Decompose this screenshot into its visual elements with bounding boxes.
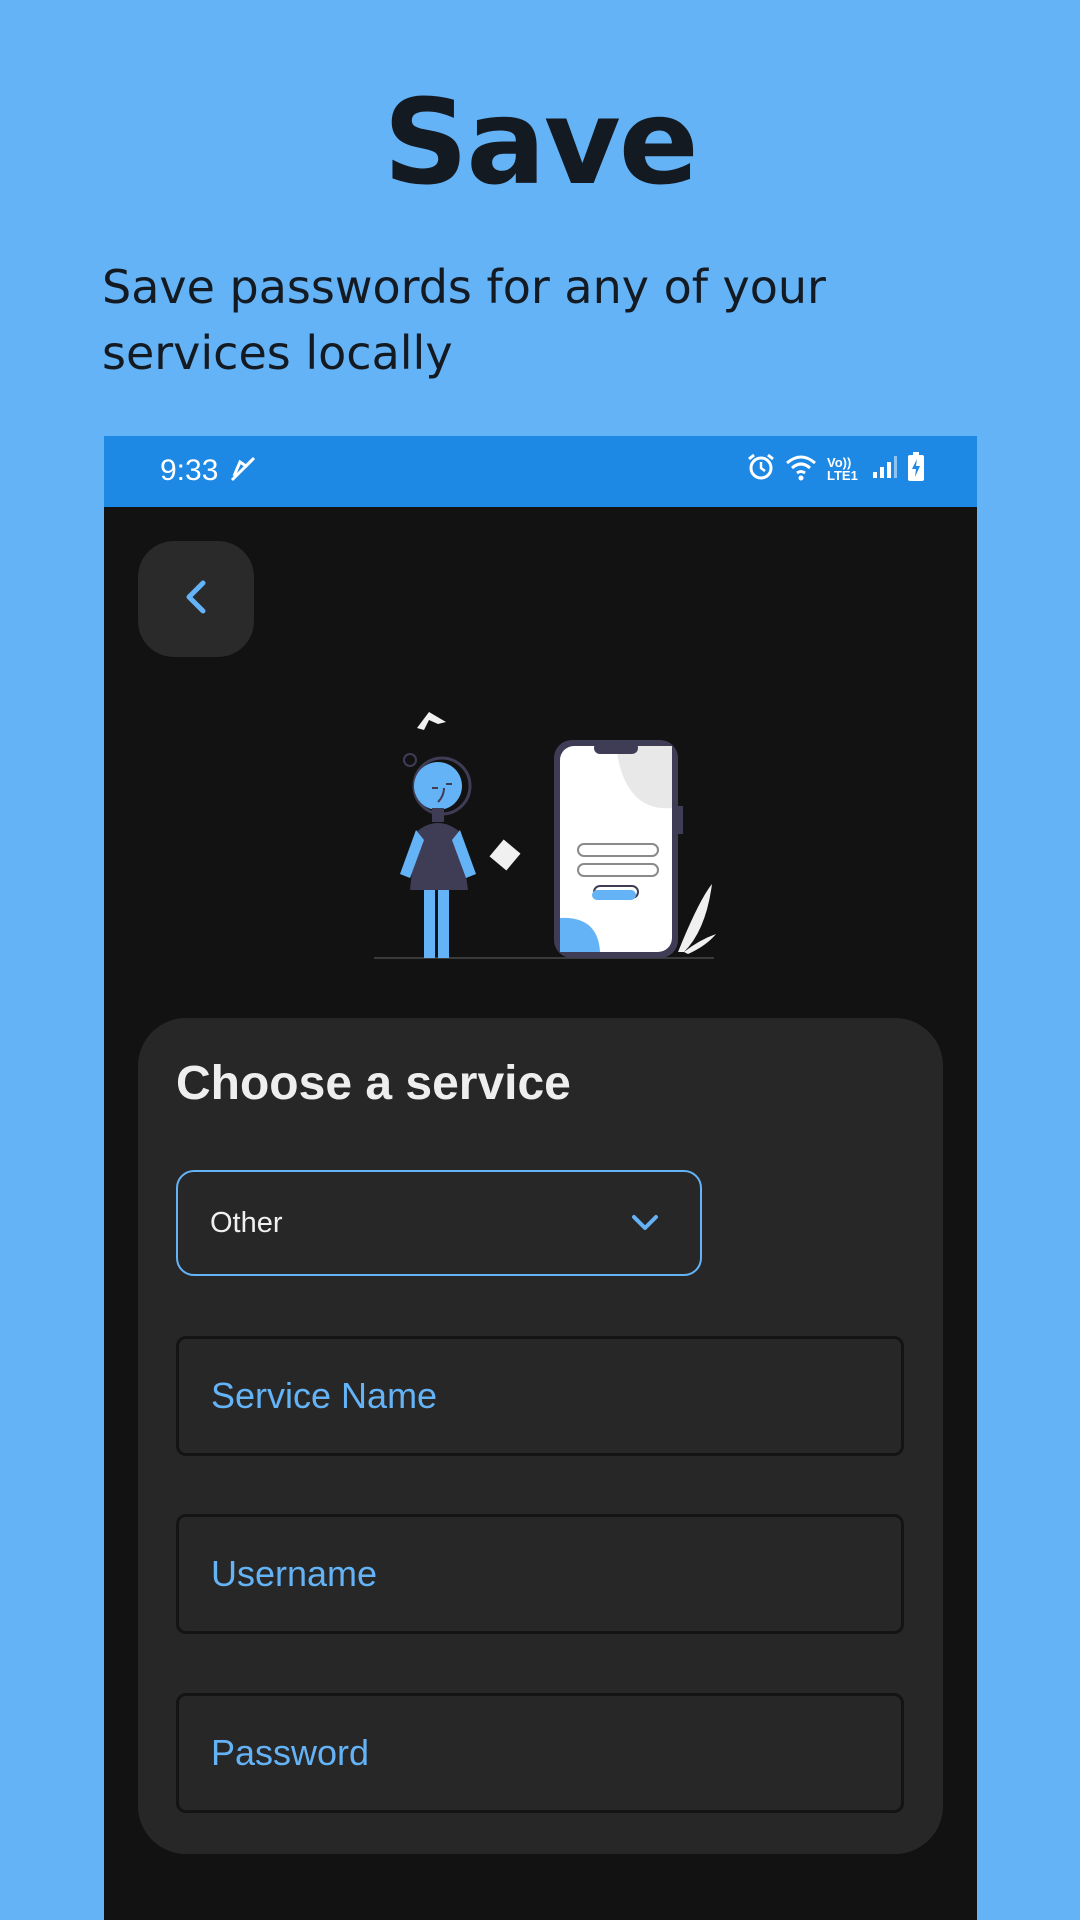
service-name-placeholder: Service Name xyxy=(211,1375,438,1416)
status-bar: 9:33 Vo)) LTE1 xyxy=(104,436,977,507)
password-placeholder: Password xyxy=(211,1732,370,1773)
chevron-left-icon xyxy=(181,577,211,621)
service-type-value: Other xyxy=(210,1206,283,1239)
status-icons: Vo)) LTE1 xyxy=(747,452,925,486)
password-input[interactable]: Password xyxy=(176,1693,904,1813)
username-placeholder: Username xyxy=(211,1553,378,1594)
phone-screenshot: 9:33 Vo)) LTE1 Choose a service Other Se… xyxy=(104,436,977,1920)
wifi-icon xyxy=(785,453,817,485)
promo-title: Save xyxy=(383,73,699,211)
mute-icon xyxy=(228,454,258,488)
service-type-dropdown[interactable]: Other xyxy=(176,1170,702,1276)
username-input[interactable]: Username xyxy=(176,1514,904,1634)
status-time: 9:33 xyxy=(160,454,219,487)
promo-subtitle: Save passwords for any of your services … xyxy=(102,260,826,380)
save-illustration xyxy=(354,690,754,960)
form-title: Choose a service xyxy=(176,1057,571,1110)
service-name-input[interactable]: Service Name xyxy=(176,1336,904,1456)
chevron-down-icon xyxy=(630,1212,660,1238)
alarm-icon xyxy=(747,453,775,485)
back-button[interactable] xyxy=(138,541,254,657)
service-form-card: Choose a service Other Service Name User… xyxy=(138,1018,943,1854)
battery-icon xyxy=(907,452,925,486)
signal-icon xyxy=(871,454,897,484)
network-label: Vo)) LTE1 xyxy=(827,455,858,483)
